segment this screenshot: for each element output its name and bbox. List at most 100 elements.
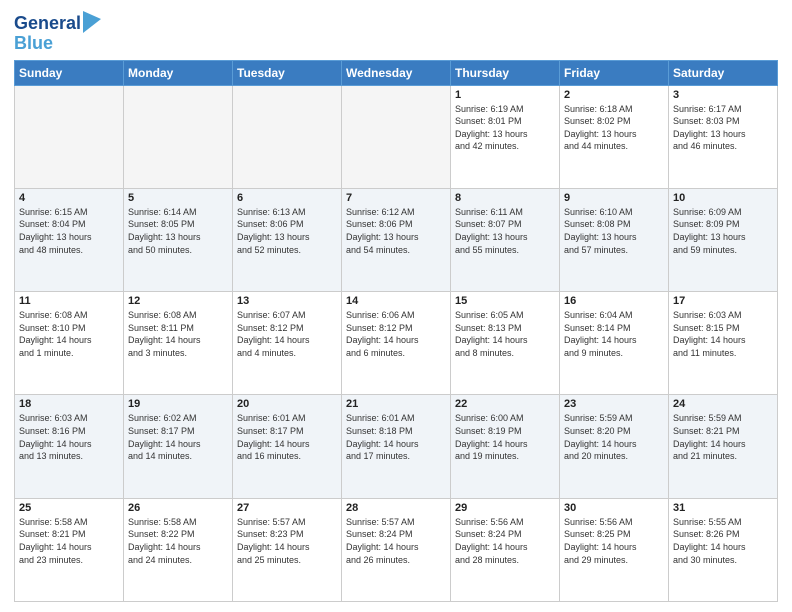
calendar-day-cell: 14 Sunrise: 6:06 AM Sunset: 8:12 PM Dayli…: [342, 292, 451, 395]
day-info: Sunrise: 5:58 AM Sunset: 8:21 PM Dayligh…: [19, 516, 119, 566]
day-info: Sunrise: 6:01 AM Sunset: 8:17 PM Dayligh…: [237, 412, 337, 462]
day-info: Sunrise: 6:04 AM Sunset: 8:14 PM Dayligh…: [564, 309, 664, 359]
day-info: Sunrise: 6:09 AM Sunset: 8:09 PM Dayligh…: [673, 206, 773, 256]
day-info: Sunrise: 6:05 AM Sunset: 8:13 PM Dayligh…: [455, 309, 555, 359]
weekday-header: Friday: [560, 60, 669, 85]
calendar-day-cell: 10 Sunrise: 6:09 AM Sunset: 8:09 PM Dayli…: [669, 188, 778, 291]
calendar-day-cell: 12 Sunrise: 6:08 AM Sunset: 8:11 PM Dayli…: [124, 292, 233, 395]
header: General Blue: [14, 10, 778, 54]
day-number: 19: [128, 398, 228, 410]
day-number: 21: [346, 398, 446, 410]
calendar-day-cell: 9 Sunrise: 6:10 AM Sunset: 8:08 PM Daylig…: [560, 188, 669, 291]
calendar-day-cell: 5 Sunrise: 6:14 AM Sunset: 8:05 PM Daylig…: [124, 188, 233, 291]
calendar-table: SundayMondayTuesdayWednesdayThursdayFrid…: [14, 60, 778, 602]
calendar-day-cell: 20 Sunrise: 6:01 AM Sunset: 8:17 PM Dayli…: [233, 395, 342, 498]
day-info: Sunrise: 5:57 AM Sunset: 8:24 PM Dayligh…: [346, 516, 446, 566]
day-info: Sunrise: 6:08 AM Sunset: 8:11 PM Dayligh…: [128, 309, 228, 359]
calendar-day-cell: 7 Sunrise: 6:12 AM Sunset: 8:06 PM Daylig…: [342, 188, 451, 291]
calendar-week-row: 25 Sunrise: 5:58 AM Sunset: 8:21 PM Dayli…: [15, 498, 778, 601]
calendar-day-cell: 30 Sunrise: 5:56 AM Sunset: 8:25 PM Dayli…: [560, 498, 669, 601]
calendar-week-row: 11Sunrise: 6:08 AM Sunset: 8:10 PM Dayli…: [15, 292, 778, 395]
calendar-day-cell: [233, 85, 342, 188]
day-number: 14: [346, 295, 446, 307]
calendar-day-cell: 16 Sunrise: 6:04 AM Sunset: 8:14 PM Dayli…: [560, 292, 669, 395]
calendar-day-cell: 6Sunrise: 6:13 AM Sunset: 8:06 PM Daylig…: [233, 188, 342, 291]
weekday-header: Sunday: [15, 60, 124, 85]
day-info: Sunrise: 6:00 AM Sunset: 8:19 PM Dayligh…: [455, 412, 555, 462]
day-number: 3: [673, 89, 773, 101]
calendar-week-row: 1 Sunrise: 6:19 AM Sunset: 8:01 PM Daylig…: [15, 85, 778, 188]
logo-text: General: [14, 14, 81, 34]
day-info: Sunrise: 5:56 AM Sunset: 8:25 PM Dayligh…: [564, 516, 664, 566]
calendar-day-cell: 1 Sunrise: 6:19 AM Sunset: 8:01 PM Daylig…: [451, 85, 560, 188]
calendar-day-cell: 21Sunrise: 6:01 AM Sunset: 8:18 PM Dayli…: [342, 395, 451, 498]
calendar-day-cell: 4Sunrise: 6:15 AM Sunset: 8:04 PM Daylig…: [15, 188, 124, 291]
calendar-week-row: 4Sunrise: 6:15 AM Sunset: 8:04 PM Daylig…: [15, 188, 778, 291]
day-number: 25: [19, 502, 119, 514]
weekday-header: Wednesday: [342, 60, 451, 85]
day-info: Sunrise: 6:07 AM Sunset: 8:12 PM Dayligh…: [237, 309, 337, 359]
day-number: 23: [564, 398, 664, 410]
calendar-day-cell: 24 Sunrise: 5:59 AM Sunset: 8:21 PM Dayli…: [669, 395, 778, 498]
day-number: 18: [19, 398, 119, 410]
calendar-day-cell: [15, 85, 124, 188]
weekday-header-row: SundayMondayTuesdayWednesdayThursdayFrid…: [15, 60, 778, 85]
logo-blue-text: Blue: [14, 34, 101, 54]
day-number: 15: [455, 295, 555, 307]
day-number: 26: [128, 502, 228, 514]
day-number: 9: [564, 192, 664, 204]
day-number: 20: [237, 398, 337, 410]
day-number: 10: [673, 192, 773, 204]
day-number: 12: [128, 295, 228, 307]
day-info: Sunrise: 6:12 AM Sunset: 8:06 PM Dayligh…: [346, 206, 446, 256]
day-info: Sunrise: 6:10 AM Sunset: 8:08 PM Dayligh…: [564, 206, 664, 256]
day-number: 5: [128, 192, 228, 204]
day-info: Sunrise: 6:19 AM Sunset: 8:01 PM Dayligh…: [455, 103, 555, 153]
calendar-day-cell: 29 Sunrise: 5:56 AM Sunset: 8:24 PM Dayli…: [451, 498, 560, 601]
calendar-day-cell: [124, 85, 233, 188]
day-number: 24: [673, 398, 773, 410]
day-info: Sunrise: 6:08 AM Sunset: 8:10 PM Dayligh…: [19, 309, 119, 359]
calendar-day-cell: 18 Sunrise: 6:03 AM Sunset: 8:16 PM Dayli…: [15, 395, 124, 498]
day-number: 17: [673, 295, 773, 307]
calendar-day-cell: 26Sunrise: 5:58 AM Sunset: 8:22 PM Dayli…: [124, 498, 233, 601]
logo-icon: [83, 11, 101, 33]
calendar-day-cell: 3 Sunrise: 6:17 AM Sunset: 8:03 PM Daylig…: [669, 85, 778, 188]
day-info: Sunrise: 6:14 AM Sunset: 8:05 PM Dayligh…: [128, 206, 228, 256]
calendar-day-cell: 23 Sunrise: 5:59 AM Sunset: 8:20 PM Dayli…: [560, 395, 669, 498]
day-info: Sunrise: 5:57 AM Sunset: 8:23 PM Dayligh…: [237, 516, 337, 566]
calendar-day-cell: 19Sunrise: 6:02 AM Sunset: 8:17 PM Dayli…: [124, 395, 233, 498]
day-info: Sunrise: 6:17 AM Sunset: 8:03 PM Dayligh…: [673, 103, 773, 153]
calendar-day-cell: 27 Sunrise: 5:57 AM Sunset: 8:23 PM Dayli…: [233, 498, 342, 601]
calendar-day-cell: 8 Sunrise: 6:11 AM Sunset: 8:07 PM Daylig…: [451, 188, 560, 291]
calendar-day-cell: 11Sunrise: 6:08 AM Sunset: 8:10 PM Dayli…: [15, 292, 124, 395]
day-info: Sunrise: 6:11 AM Sunset: 8:07 PM Dayligh…: [455, 206, 555, 256]
day-info: Sunrise: 5:55 AM Sunset: 8:26 PM Dayligh…: [673, 516, 773, 566]
day-number: 2: [564, 89, 664, 101]
day-number: 27: [237, 502, 337, 514]
day-info: Sunrise: 5:59 AM Sunset: 8:20 PM Dayligh…: [564, 412, 664, 462]
day-number: 16: [564, 295, 664, 307]
weekday-header: Saturday: [669, 60, 778, 85]
weekday-header: Tuesday: [233, 60, 342, 85]
day-info: Sunrise: 6:03 AM Sunset: 8:16 PM Dayligh…: [19, 412, 119, 462]
calendar-day-cell: 28 Sunrise: 5:57 AM Sunset: 8:24 PM Dayli…: [342, 498, 451, 601]
calendar-day-cell: 25 Sunrise: 5:58 AM Sunset: 8:21 PM Dayli…: [15, 498, 124, 601]
day-info: Sunrise: 6:03 AM Sunset: 8:15 PM Dayligh…: [673, 309, 773, 359]
day-number: 4: [19, 192, 119, 204]
day-info: Sunrise: 5:56 AM Sunset: 8:24 PM Dayligh…: [455, 516, 555, 566]
day-number: 29: [455, 502, 555, 514]
day-number: 7: [346, 192, 446, 204]
calendar-day-cell: [342, 85, 451, 188]
day-info: Sunrise: 6:06 AM Sunset: 8:12 PM Dayligh…: [346, 309, 446, 359]
day-number: 30: [564, 502, 664, 514]
calendar-day-cell: 2Sunrise: 6:18 AM Sunset: 8:02 PM Daylig…: [560, 85, 669, 188]
day-number: 8: [455, 192, 555, 204]
day-number: 1: [455, 89, 555, 101]
calendar-week-row: 18 Sunrise: 6:03 AM Sunset: 8:16 PM Dayli…: [15, 395, 778, 498]
day-number: 31: [673, 502, 773, 514]
day-number: 28: [346, 502, 446, 514]
calendar-day-cell: 17 Sunrise: 6:03 AM Sunset: 8:15 PM Dayli…: [669, 292, 778, 395]
day-info: Sunrise: 5:59 AM Sunset: 8:21 PM Dayligh…: [673, 412, 773, 462]
day-number: 6: [237, 192, 337, 204]
